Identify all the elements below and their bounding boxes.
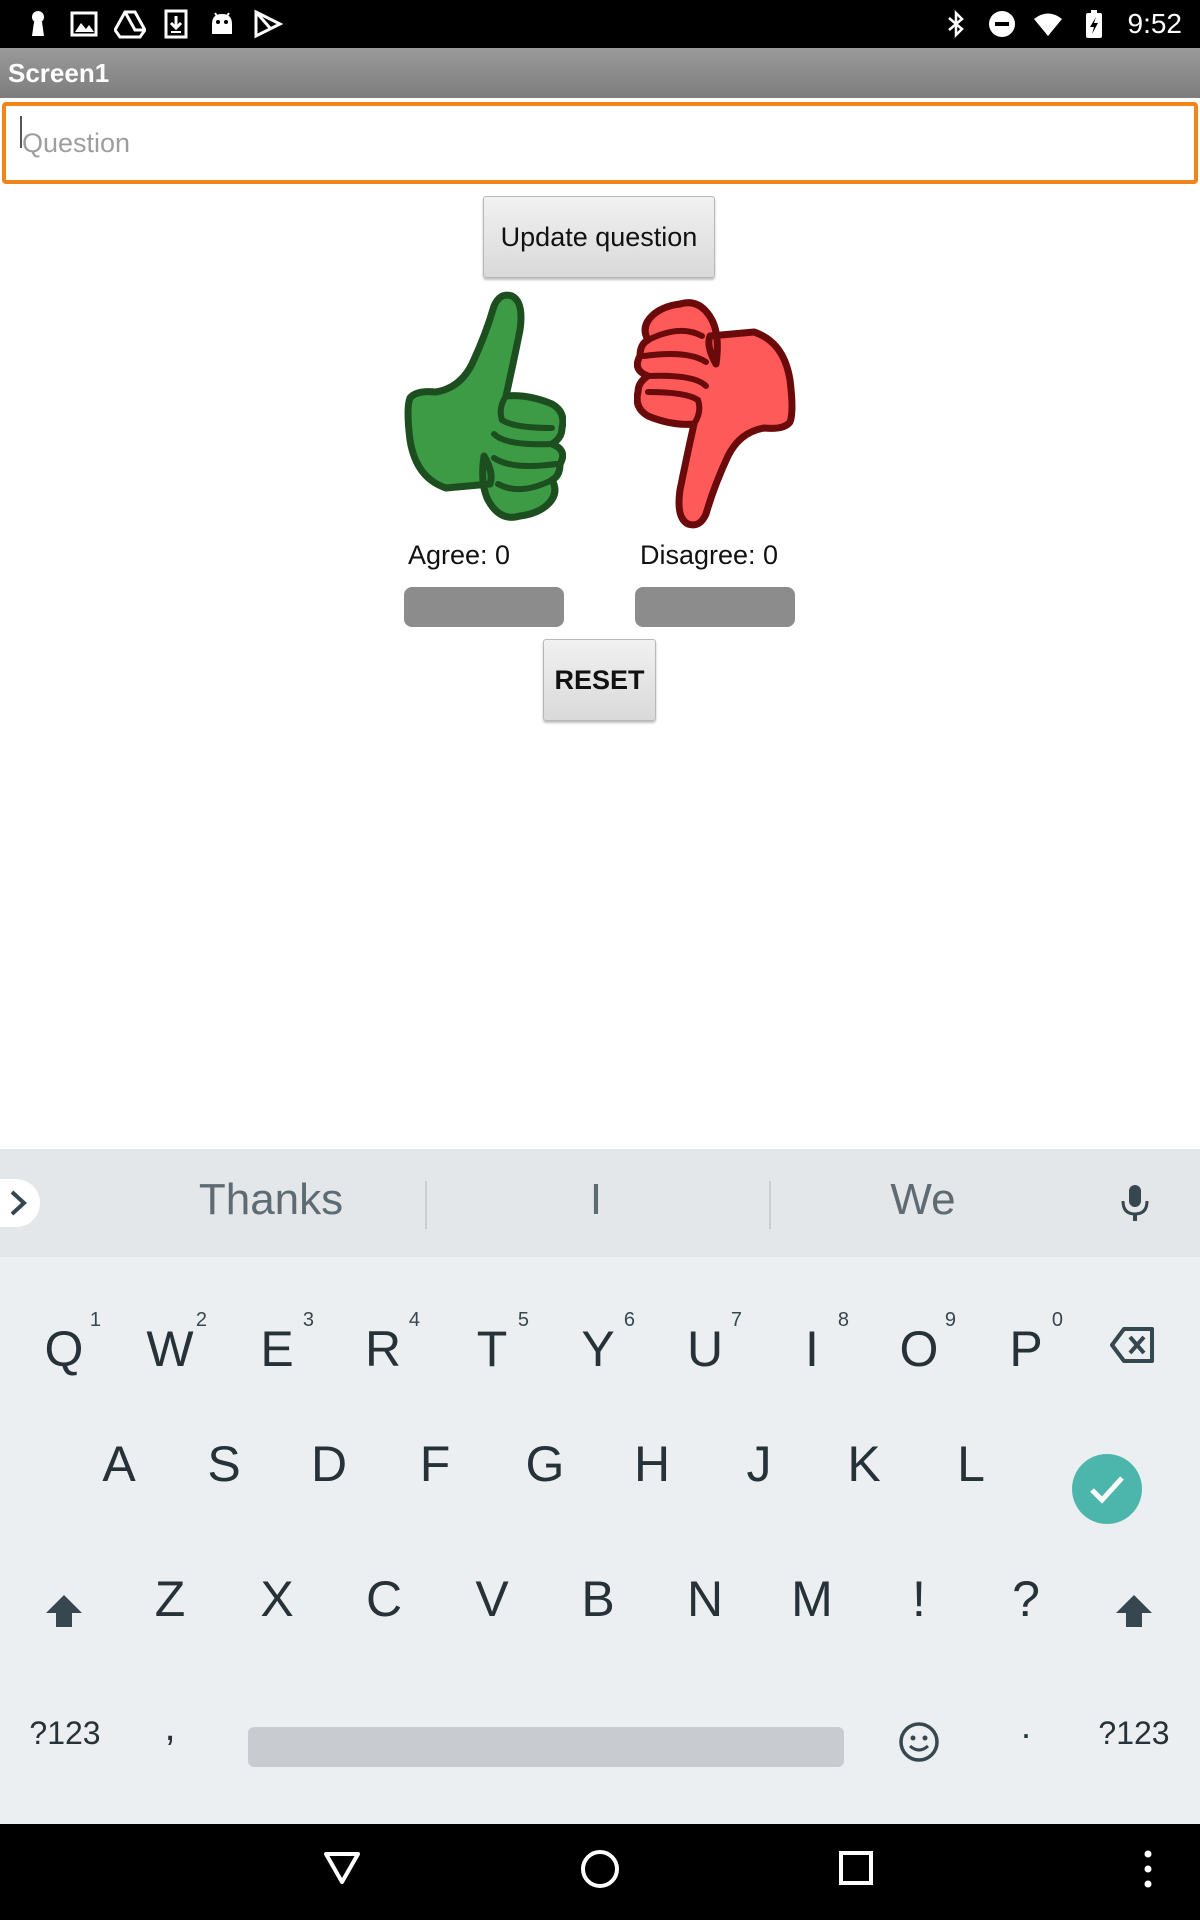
key-c[interactable]: C <box>339 1569 429 1649</box>
key-k[interactable]: K <box>819 1434 909 1514</box>
disagree-count-label: Disagree: 0 <box>640 540 779 570</box>
suggestion-divider <box>769 1181 771 1229</box>
suggestion-divider <box>425 1181 427 1229</box>
home-icon[interactable] <box>579 1848 621 1890</box>
suggestion-item[interactable]: Thanks <box>121 1175 421 1225</box>
key-p[interactable]: 0P <box>981 1309 1071 1389</box>
soft-keyboard: Thanks I We 1Q 2W 3E 4R 5T 6Y 7U 8I 9O 0… <box>0 1149 1200 1824</box>
wifi-icon <box>1033 13 1062 36</box>
key-i[interactable]: 8I <box>767 1309 857 1389</box>
key-q[interactable]: 1Q <box>19 1309 109 1389</box>
play-store-icon <box>254 9 284 39</box>
text-cursor <box>20 116 22 148</box>
disagree-button[interactable] <box>635 587 795 627</box>
overflow-menu-icon[interactable] <box>1140 1848 1156 1890</box>
checkmark-icon <box>1090 1476 1124 1504</box>
battery-charging-icon <box>1085 10 1102 38</box>
drive-icon <box>114 10 146 39</box>
key-m[interactable]: M <box>767 1569 857 1649</box>
navigation-bar <box>0 1824 1200 1920</box>
keyhole-icon <box>32 11 44 36</box>
update-question-button[interactable]: Update question <box>483 196 715 278</box>
key-o[interactable]: 9O <box>874 1309 964 1389</box>
key-s[interactable]: S <box>179 1434 269 1514</box>
backspace-icon[interactable] <box>1110 1325 1156 1365</box>
clock: 9:52 <box>1127 8 1183 39</box>
key-n[interactable]: N <box>660 1569 750 1649</box>
key-f[interactable]: F <box>390 1434 480 1514</box>
space-bar[interactable] <box>248 1727 844 1767</box>
key-y[interactable]: 6Y <box>553 1309 643 1389</box>
comma-key[interactable]: , <box>150 1705 190 1750</box>
screen-title: Screen1 <box>8 58 110 88</box>
key-u[interactable]: 7U <box>660 1309 750 1389</box>
key-j[interactable]: J <box>714 1434 804 1514</box>
key-x[interactable]: X <box>232 1569 322 1649</box>
key-w[interactable]: 2W <box>125 1309 215 1389</box>
key-g[interactable]: G <box>500 1434 590 1514</box>
symbols-key[interactable]: ?123 <box>18 1715 112 1752</box>
expand-suggestions-button[interactable] <box>0 1179 40 1227</box>
status-bar: 9:52 <box>0 0 1200 48</box>
key-t[interactable]: 5T <box>447 1309 537 1389</box>
suggestion-strip: Thanks I We <box>0 1149 1200 1257</box>
thumbs-up-icon[interactable] <box>402 288 566 532</box>
bluetooth-icon <box>947 9 964 39</box>
key-r[interactable]: 4R <box>338 1309 428 1389</box>
recents-icon[interactable] <box>838 1850 874 1886</box>
title-bar: Screen1 <box>0 48 1200 98</box>
reset-button[interactable]: RESET <box>543 639 656 721</box>
do-not-disturb-icon <box>988 11 1015 37</box>
agree-button[interactable] <box>404 587 564 627</box>
thumbs-down-icon[interactable] <box>634 288 798 532</box>
key-h[interactable]: H <box>607 1434 697 1514</box>
key-exclamation[interactable]: ! <box>874 1569 964 1649</box>
enter-key[interactable] <box>1072 1454 1142 1524</box>
key-a[interactable]: A <box>74 1434 164 1514</box>
question-input[interactable] <box>2 102 1198 184</box>
key-l[interactable]: L <box>926 1434 1016 1514</box>
download-icon <box>164 9 188 39</box>
key-b[interactable]: B <box>553 1569 643 1649</box>
suggestion-item[interactable]: We <box>773 1175 1073 1225</box>
microphone-icon[interactable] <box>1120 1183 1150 1223</box>
agree-count-label: Agree: 0 <box>408 540 511 570</box>
period-key[interactable]: . <box>1006 1705 1046 1747</box>
key-z[interactable]: Z <box>125 1569 215 1649</box>
shift-icon[interactable] <box>1114 1591 1154 1631</box>
suggestion-item[interactable]: I <box>446 1175 746 1225</box>
android-icon <box>212 12 232 34</box>
emoji-icon[interactable] <box>898 1721 940 1763</box>
image-icon <box>70 11 98 37</box>
chevron-right-icon <box>10 1190 27 1216</box>
shift-icon[interactable] <box>44 1591 84 1631</box>
key-question[interactable]: ? <box>981 1569 1071 1649</box>
key-v[interactable]: V <box>447 1569 537 1649</box>
key-d[interactable]: D <box>284 1434 374 1514</box>
symbols-key[interactable]: ?123 <box>1087 1715 1181 1752</box>
key-e[interactable]: 3E <box>232 1309 322 1389</box>
back-icon[interactable] <box>322 1848 362 1888</box>
